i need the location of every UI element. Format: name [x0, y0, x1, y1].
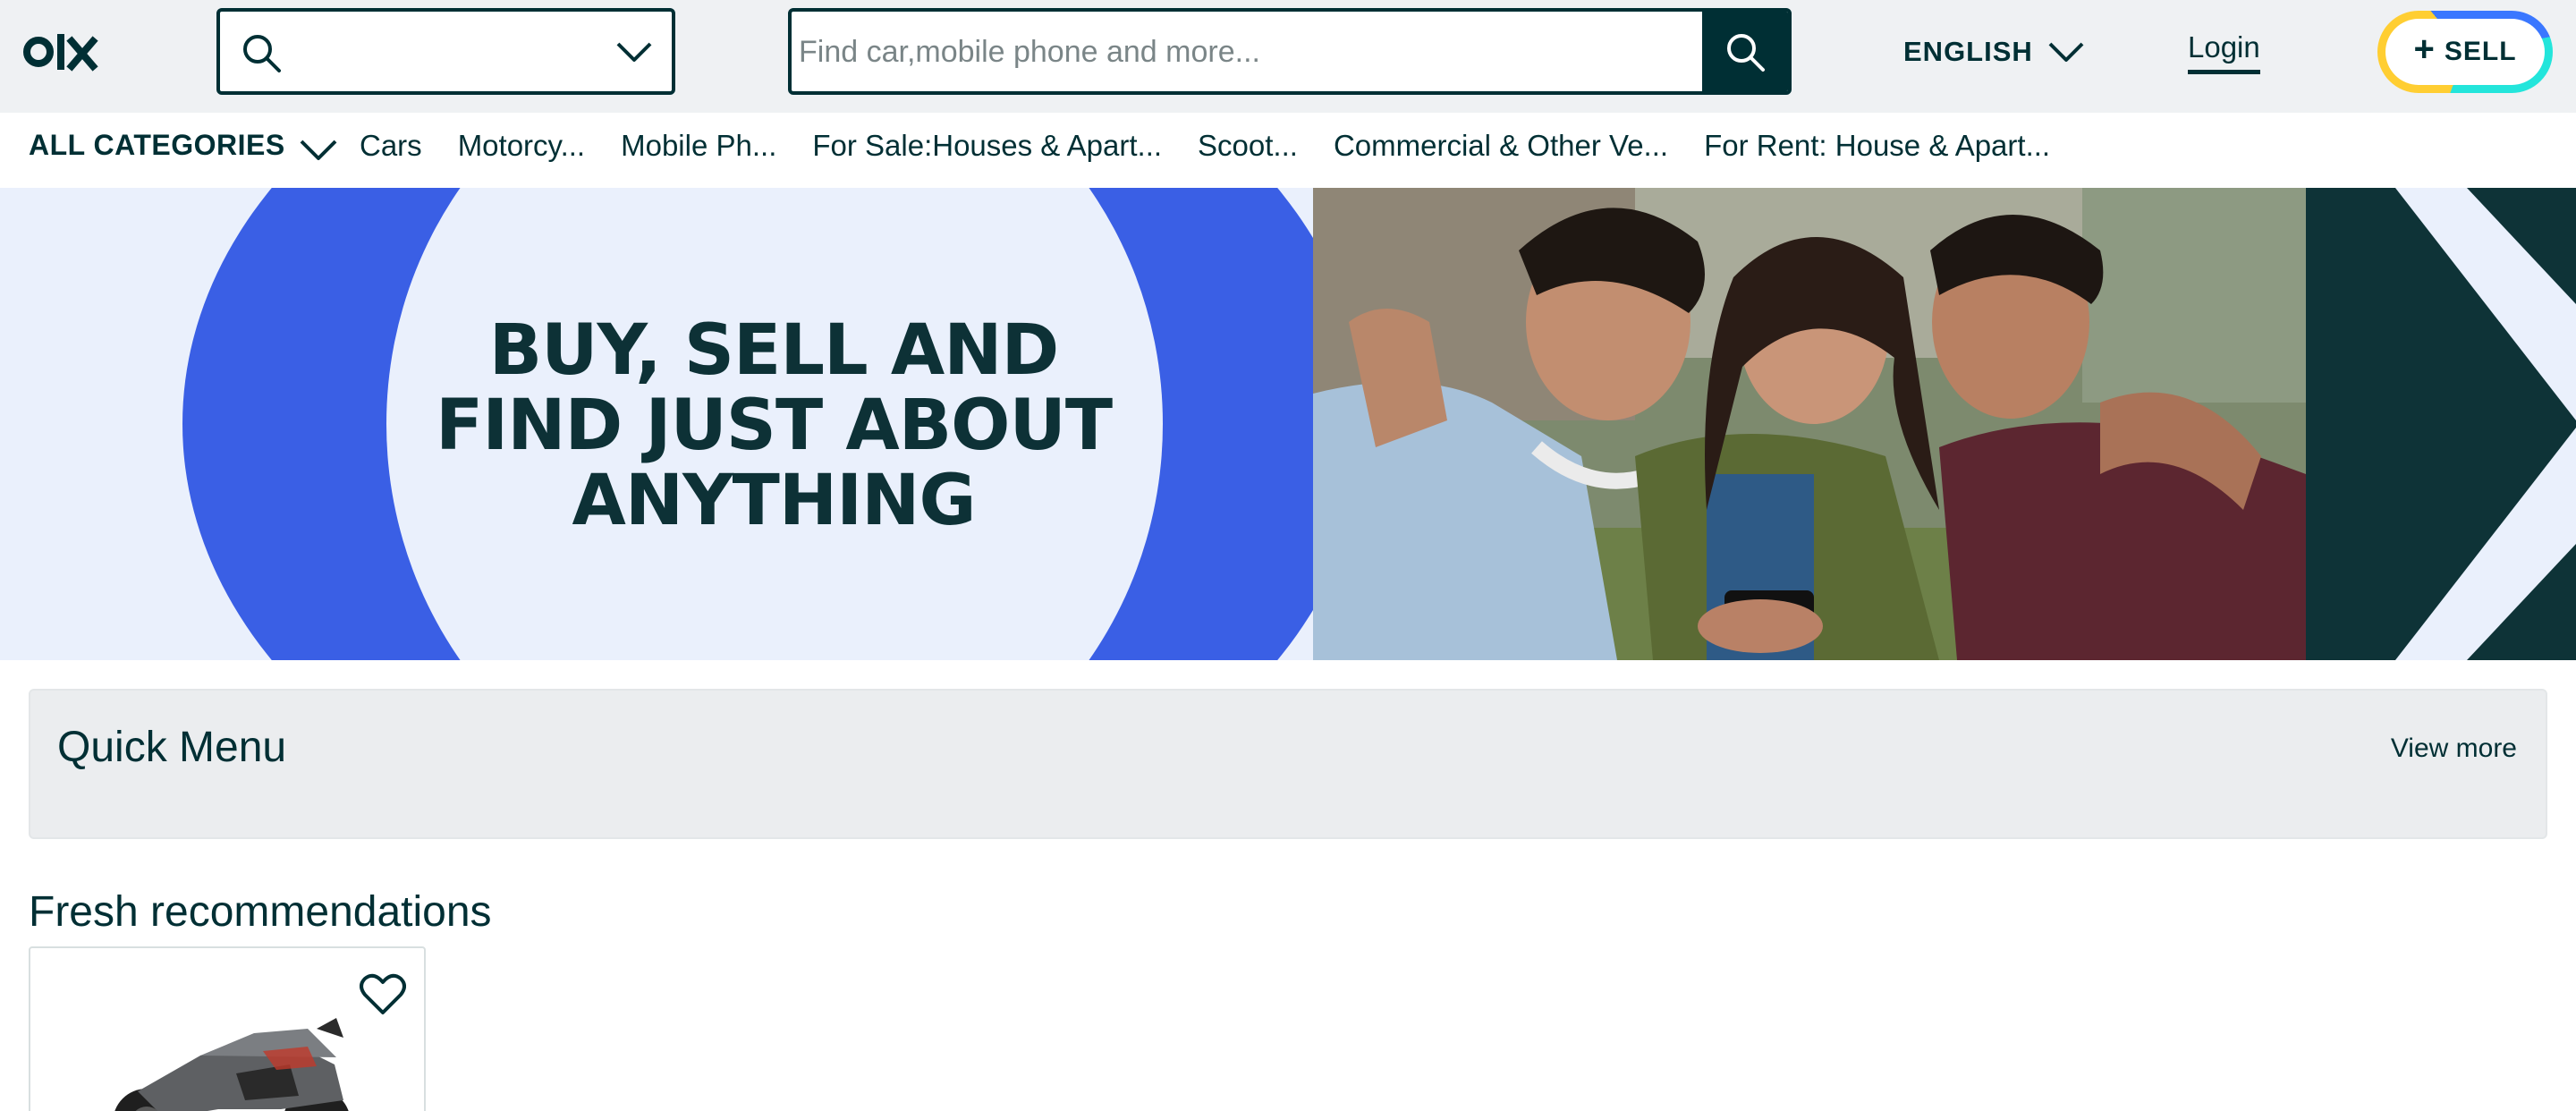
quick-menu-title: Quick Menu — [57, 724, 287, 771]
chevron-down-icon — [2048, 42, 2084, 62]
language-selector[interactable]: ENGLISH — [1903, 32, 2085, 72]
listing-card[interactable] — [29, 946, 426, 1111]
category-motorcycles[interactable]: Motorcy... — [458, 129, 585, 163]
search-icon — [1727, 34, 1765, 72]
search-button[interactable] — [1702, 12, 1788, 91]
login-link[interactable]: Login — [2188, 30, 2260, 74]
category-nav: ALL CATEGORIES Cars Motorcy... Mobile Ph… — [0, 113, 2576, 188]
category-for-sale-houses[interactable]: For Sale:Houses & Apart... — [812, 129, 1162, 163]
headline-line: BUY, SELL AND — [488, 310, 1060, 391]
hero-banner[interactable]: BUY, SELL AND FIND JUST ABOUT ANYTHING — [0, 188, 2576, 660]
sell-button-inner: + SELL — [2385, 19, 2545, 85]
chevron-down-icon[interactable] — [299, 136, 338, 163]
language-label: ENGLISH — [1903, 36, 2033, 67]
search-bar — [788, 8, 1792, 95]
chevron-down-icon[interactable] — [614, 37, 654, 65]
section-title: Fresh recommendations — [29, 888, 492, 936]
plus-icon: + — [2413, 30, 2436, 69]
location-selector[interactable] — [216, 8, 675, 95]
motorcycle-image — [114, 1018, 349, 1111]
location-input[interactable] — [297, 28, 601, 78]
banner-photo-people — [1313, 188, 2306, 660]
all-categories-button[interactable]: ALL CATEGORIES — [29, 129, 285, 162]
sell-label: SELL — [2444, 37, 2517, 66]
banner-headline: BUY, SELL AND FIND JUST ABOUT ANYTHING — [402, 313, 1145, 539]
heart-icon[interactable] — [360, 973, 406, 1016]
banner-graphic: BUY, SELL AND FIND JUST ABOUT ANYTHING — [0, 188, 1313, 660]
category-list: Cars Motorcy... Mobile Ph... For Sale:Ho… — [360, 129, 2086, 163]
category-mobile-phones[interactable]: Mobile Ph... — [621, 129, 776, 163]
olx-logo[interactable] — [23, 27, 104, 77]
category-scooters[interactable]: Scoot... — [1198, 129, 1298, 163]
view-more-link[interactable]: View more — [2391, 734, 2517, 764]
banner-arrow-graphic — [2306, 188, 2576, 660]
sell-button[interactable]: + SELL — [2377, 11, 2553, 93]
headline-line: ANYTHING — [572, 461, 977, 541]
category-cars[interactable]: Cars — [360, 129, 422, 163]
search-input[interactable] — [799, 26, 1693, 78]
quick-menu: Quick Menu View more — [29, 689, 2547, 839]
category-for-rent-houses[interactable]: For Rent: House & Apart... — [1704, 129, 2050, 163]
headline-line: FIND JUST ABOUT — [435, 386, 1113, 466]
search-icon — [243, 35, 281, 72]
category-commercial-vehicles[interactable]: Commercial & Other Ve... — [1334, 129, 1668, 163]
top-header: ENGLISH Login + SELL — [0, 0, 2576, 113]
